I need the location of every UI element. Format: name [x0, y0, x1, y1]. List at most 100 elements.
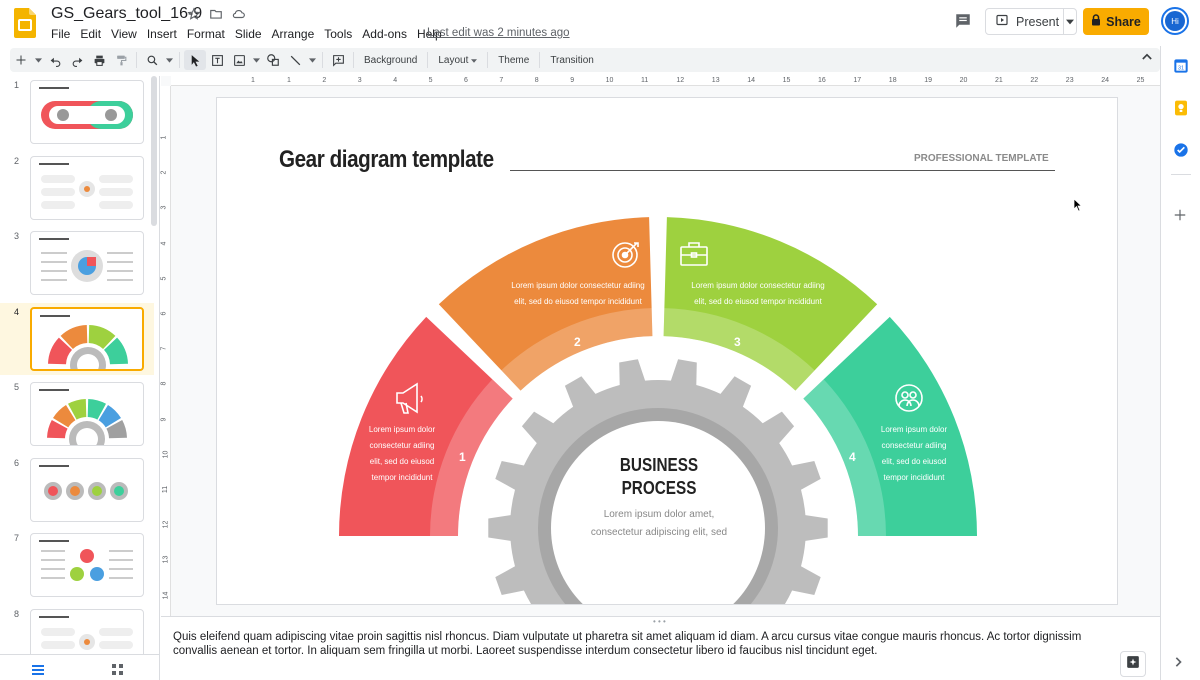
menu-edit[interactable]: Edit [75, 26, 106, 42]
sidebar-divider [1171, 174, 1191, 175]
slide-thumbnail[interactable]: 5 [0, 378, 154, 450]
print-icon[interactable] [88, 50, 110, 70]
segment-3-text[interactable]: Lorem ipsum dolor consectetur adiing eli… [673, 278, 843, 310]
account-avatar[interactable]: Hi [1161, 7, 1189, 35]
menu-tools[interactable]: Tools [319, 26, 357, 42]
center-body[interactable]: Lorem ipsum dolor amet, consectetur adip… [579, 506, 739, 542]
vertical-ruler[interactable]: 1 2 3 4 5 6 7 8 9 10 11 12 13 14 [160, 86, 171, 616]
text-box-icon[interactable] [206, 50, 228, 70]
image-caret-icon[interactable] [250, 50, 262, 70]
segment-2-line: elit, sed do eiusod tempor incididunt [514, 297, 642, 306]
explore-button[interactable] [1120, 651, 1146, 677]
title-underline [510, 170, 1055, 171]
last-edit-link[interactable]: Last edit was 2 minutes ago [427, 27, 570, 39]
center-title-line: PROCESS [621, 478, 697, 498]
add-addon-icon[interactable] [1173, 208, 1191, 226]
line-icon[interactable] [284, 50, 306, 70]
center-body-line: consectetur adipiscing elit, sed [590, 527, 728, 538]
keep-icon[interactable] [1173, 100, 1191, 118]
current-slide[interactable]: Gear diagram template PROFESSIONAL TEMPL… [217, 98, 1117, 604]
cloud-saved-icon[interactable] [230, 6, 246, 22]
calendar-icon[interactable]: 31 [1173, 58, 1191, 76]
menu-insert[interactable]: Insert [142, 26, 182, 42]
filmstrip-view-toggle [0, 654, 160, 680]
speaker-notes-text[interactable]: Quis eleifend quam adipiscing vitae proi… [173, 630, 1093, 658]
slide-canvas: 1 1 2 3 4 5 6 7 8 9 10 11 12 13 14 15 16 17 18 19 20 21 22 23 24… [160, 76, 1160, 616]
segment-1-text[interactable]: Lorem ipsum dolor consectetur adiing eli… [357, 422, 447, 486]
slide-thumbnail[interactable]: 6 [0, 454, 154, 526]
ruler-tick-label: 9 [160, 417, 168, 422]
select-cursor-icon[interactable] [184, 50, 206, 70]
slide-number: 4 [14, 306, 20, 317]
slide-filmstrip: 1 2 3 4 5 6 7 8 [0, 76, 160, 654]
menu-slide[interactable]: Slide [230, 26, 267, 42]
background-button[interactable]: Background [358, 55, 423, 66]
notes-resize-handle[interactable]: • • • [653, 617, 666, 626]
slide-number: 1 [14, 80, 20, 90]
slide-thumbnail[interactable]: 7 [0, 529, 154, 601]
menu-file[interactable]: File [46, 26, 75, 42]
ruler-tick-label: 14 [162, 591, 170, 599]
expand-panel-icon[interactable] [1173, 654, 1191, 672]
ruler-tick-label: 2 [322, 77, 327, 84]
slide-number: 6 [14, 457, 20, 468]
toolbar-divider [539, 52, 541, 68]
transition-button[interactable]: Transition [544, 55, 600, 66]
ruler-tick-label: 8 [534, 77, 539, 84]
ruler-tick-label: 7 [499, 77, 504, 84]
professional-template-tag[interactable]: PROFESSIONAL TEMPLATE [914, 153, 1049, 164]
ruler-tick-label: 14 [747, 77, 755, 84]
share-button[interactable]: Share [1083, 8, 1149, 35]
horizontal-ruler[interactable]: 1 1 2 3 4 5 6 7 8 9 10 11 12 13 14 15 16 17 18 19 20 21 22 23 24… [171, 76, 1160, 86]
filmstrip-scrollbar[interactable] [151, 76, 157, 226]
undo-icon[interactable] [44, 50, 66, 70]
add-comment-icon[interactable] [327, 50, 349, 70]
menu-arrange[interactable]: Arrange [267, 26, 320, 42]
zoom-caret-icon[interactable] [163, 50, 175, 70]
center-title[interactable]: BUSINESS PROCESS [617, 454, 702, 500]
line-caret-icon[interactable] [306, 50, 318, 70]
slide-thumbnail[interactable]: 4 [0, 302, 154, 375]
menu-view[interactable]: View [106, 26, 142, 42]
document-title[interactable]: GS_Gears_tool_16-9 [51, 5, 202, 23]
ruler-tick-label: 2 [160, 170, 168, 175]
theme-button[interactable]: Theme [492, 55, 535, 66]
filmstrip-view-icon[interactable] [32, 662, 44, 680]
star-icon[interactable] [186, 6, 202, 22]
zoom-icon[interactable] [141, 50, 163, 70]
segment-2-text[interactable]: Lorem ipsum dolor consectetur adiing eli… [493, 278, 663, 310]
slide-thumbnail[interactable]: 2 [0, 152, 154, 224]
menu-format[interactable]: Format [182, 26, 230, 42]
layout-label: Layout [438, 54, 469, 66]
present-options-caret[interactable] [1064, 19, 1076, 25]
paint-format-icon[interactable] [110, 50, 132, 70]
ruler-tick-label: 7 [160, 346, 168, 351]
slides-logo-icon[interactable] [14, 8, 36, 38]
new-slide-icon[interactable] [10, 50, 32, 70]
slide-thumbnail[interactable]: 1 [0, 76, 154, 148]
shape-icon[interactable] [262, 50, 284, 70]
comment-history-icon[interactable] [954, 12, 972, 30]
menu-addons[interactable]: Add-ons [357, 26, 412, 42]
app-header: GS_Gears_tool_16-9 File Edit View Insert… [0, 0, 1200, 46]
slide-preview [30, 306, 144, 371]
segment-2-line: Lorem ipsum dolor consectetur adiing [511, 281, 645, 290]
move-folder-icon[interactable] [208, 6, 224, 22]
slide-preview [30, 533, 144, 597]
layout-button[interactable]: Layout [432, 55, 483, 66]
collapse-menu-icon[interactable] [1142, 52, 1152, 63]
present-button[interactable]: Present [985, 8, 1077, 35]
present-icon [996, 14, 1008, 29]
new-slide-caret-icon[interactable] [32, 50, 44, 70]
ruler-tick-label: 10 [605, 77, 614, 84]
insert-image-icon[interactable] [228, 50, 250, 70]
slide-thumbnail[interactable]: 8 [0, 605, 154, 654]
slide-title[interactable]: Gear diagram template [279, 146, 494, 174]
slide-thumbnail[interactable]: 3 [0, 227, 154, 299]
grid-view-icon[interactable] [112, 662, 123, 680]
slide-preview [30, 382, 144, 446]
tasks-icon[interactable] [1173, 142, 1191, 160]
redo-icon[interactable] [66, 50, 88, 70]
ruler-tick-label: 1 [251, 77, 255, 84]
segment-4-text[interactable]: Lorem ipsum dolor consectetur adiing eli… [869, 422, 959, 486]
